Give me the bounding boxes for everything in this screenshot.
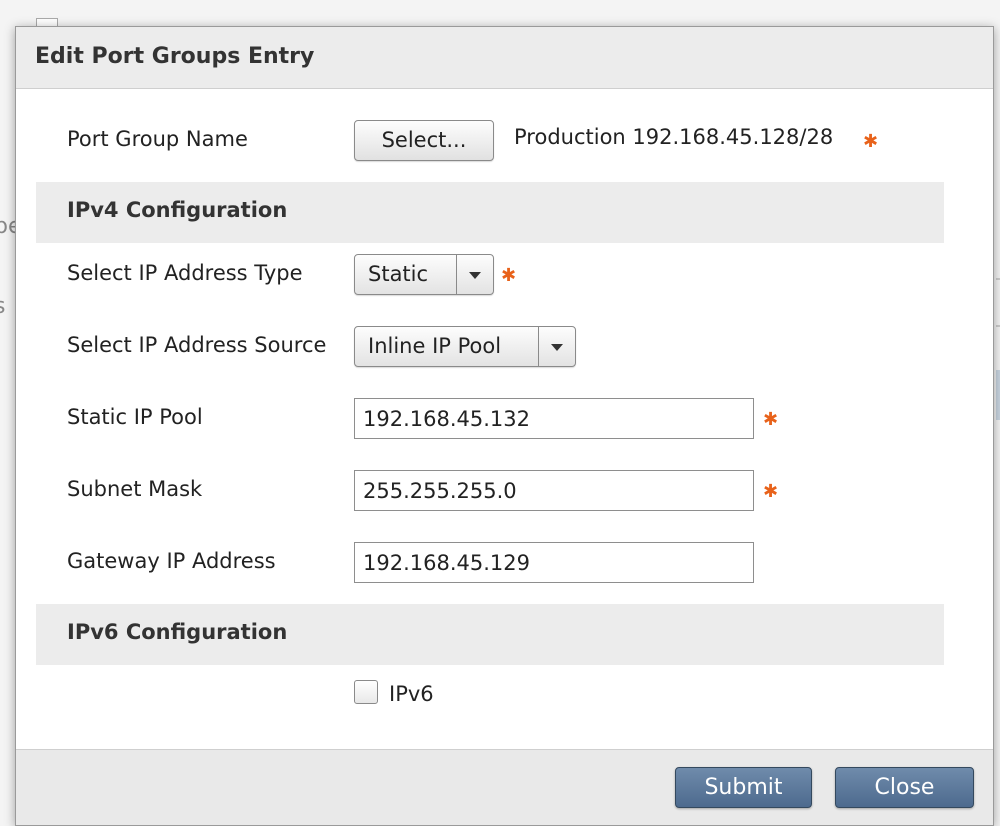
- background-divider: [996, 325, 1000, 327]
- required-icon: ✱: [763, 409, 779, 430]
- background-text-fragment: s: [0, 294, 5, 319]
- static-ip-pool-input[interactable]: [354, 398, 754, 439]
- ipv4-section-title: IPv4 Configuration: [67, 198, 288, 222]
- background-panel: [996, 370, 1000, 420]
- required-icon: ✱: [863, 131, 879, 152]
- ip-address-type-select[interactable]: Static: [354, 254, 494, 295]
- ipv6-configuration-section: IPv6 Configuration: [36, 604, 944, 665]
- required-icon: ✱: [763, 481, 779, 502]
- close-button[interactable]: Close: [835, 767, 974, 808]
- port-group-value: Production 192.168.45.128/28: [514, 125, 834, 149]
- dialog-title: Edit Port Groups Entry: [35, 44, 315, 69]
- required-icon: ✱: [501, 265, 517, 286]
- background-divider: [996, 278, 1000, 280]
- submit-button[interactable]: Submit: [675, 767, 812, 808]
- select-port-group-button[interactable]: Select...: [354, 120, 494, 161]
- subnet-mask-label: Subnet Mask: [67, 477, 203, 501]
- port-group-name-label: Port Group Name: [67, 127, 248, 151]
- ip-address-source-select[interactable]: Inline IP Pool: [354, 326, 576, 367]
- ip-address-type-label: Select IP Address Type: [67, 261, 303, 285]
- dialog-footer: Submit Close: [16, 749, 993, 825]
- dialog-header: Edit Port Groups Entry: [16, 27, 993, 89]
- edit-port-groups-dialog: Edit Port Groups Entry Port Group Name S…: [15, 26, 994, 826]
- ipv4-configuration-section: IPv4 Configuration: [36, 182, 944, 243]
- static-ip-pool-label: Static IP Pool: [67, 405, 203, 429]
- ipv6-checkbox[interactable]: [354, 680, 378, 704]
- chevron-down-icon[interactable]: [538, 327, 575, 366]
- ipv6-section-title: IPv6 Configuration: [67, 620, 288, 644]
- gateway-ip-label: Gateway IP Address: [67, 549, 276, 573]
- ip-address-type-value: Static: [368, 262, 429, 286]
- ip-address-source-value: Inline IP Pool: [368, 334, 502, 358]
- gateway-ip-input[interactable]: [354, 542, 754, 583]
- ipv6-checkbox-label[interactable]: IPv6: [389, 682, 434, 706]
- subnet-mask-input[interactable]: [354, 470, 754, 511]
- chevron-down-icon[interactable]: [456, 255, 493, 294]
- ip-address-source-label: Select IP Address Source: [67, 333, 327, 357]
